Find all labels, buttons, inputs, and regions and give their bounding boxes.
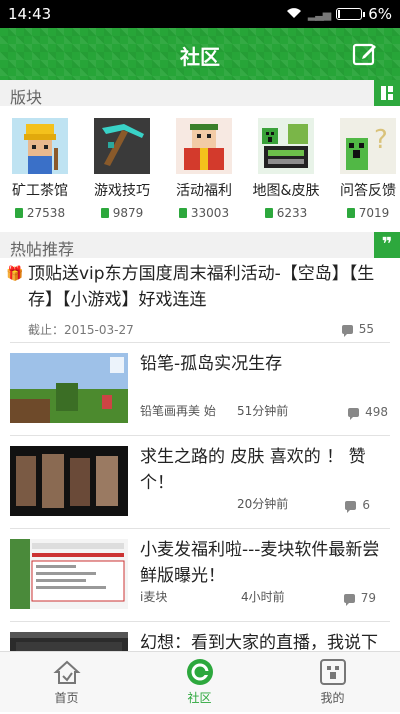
post-author: 铅笔画再美 始 bbox=[140, 404, 216, 418]
comment-icon bbox=[343, 593, 355, 606]
post-time: 4小时前 bbox=[241, 590, 285, 604]
tab-label: 社区 bbox=[187, 691, 212, 705]
board-name: 问答反馈 bbox=[340, 183, 396, 199]
boards-section-header: 版块 bbox=[0, 80, 400, 107]
post-time: 51分钟前 bbox=[237, 404, 289, 418]
status-bar: 14:43 ▂▃▅ 6% bbox=[0, 0, 400, 28]
status-time: 14:43 bbox=[8, 5, 52, 23]
tab-label: 我的 bbox=[320, 691, 345, 705]
document-icon bbox=[346, 208, 355, 218]
comment-icon bbox=[345, 500, 357, 513]
comment-count: 498 bbox=[348, 405, 388, 420]
document-icon bbox=[14, 208, 23, 218]
document-icon bbox=[100, 208, 109, 218]
post-thumbnail bbox=[10, 353, 128, 423]
board-item[interactable]: 地图&皮肤 6233 bbox=[246, 118, 326, 220]
home-icon bbox=[52, 658, 81, 686]
post-author: i麦块 bbox=[140, 590, 168, 604]
map-skin-icon bbox=[258, 118, 314, 174]
tab-home[interactable]: 首页 bbox=[0, 652, 133, 712]
section-label: 版块 bbox=[10, 88, 43, 107]
post-title: 小麦发福利啦---麦块软件最新尝鲜版曝光！ bbox=[140, 540, 380, 586]
post-time: 20分钟前 bbox=[237, 497, 289, 511]
boards-more-icon[interactable] bbox=[374, 80, 400, 106]
board-name: 地图&皮肤 bbox=[252, 183, 320, 199]
post-item[interactable]: 求生之路的 皮肤 喜欢的 ！ 赞个！ 20分钟前 6 bbox=[0, 436, 400, 528]
board-item[interactable]: 活动福利 33003 bbox=[164, 118, 244, 220]
post-item[interactable]: 小麦发福利啦---麦块软件最新尝鲜版曝光！ i麦块 4小时前 79 bbox=[0, 529, 400, 621]
community-icon bbox=[186, 658, 214, 686]
svg-text:?: ? bbox=[374, 125, 388, 155]
comment-count: 79 bbox=[343, 591, 376, 606]
page-title: 社区 bbox=[180, 45, 220, 69]
comment-icon bbox=[348, 407, 360, 420]
comment-icon bbox=[341, 324, 353, 337]
post-deadline: 截止：2015-03-27 bbox=[28, 323, 134, 337]
board-item[interactable]: 游戏技巧 9879 bbox=[82, 118, 162, 220]
tab-mine[interactable]: 我的 bbox=[266, 652, 399, 712]
question-creeper-icon: ? bbox=[340, 118, 396, 174]
pickaxe-icon bbox=[94, 118, 150, 174]
board-count: 33003 bbox=[164, 206, 244, 220]
profile-icon bbox=[319, 658, 347, 686]
board-item[interactable]: ? 问答反馈 7019 bbox=[328, 118, 400, 220]
document-icon bbox=[178, 208, 187, 218]
quote-icon[interactable]: ❞ bbox=[374, 232, 400, 258]
pinned-post[interactable]: 🎁 顶贴送vip东方国度周末福利活动-【空岛】【生存】【小游戏】好戏连连 截止：… bbox=[0, 258, 400, 342]
board-count: 6233 bbox=[246, 206, 326, 220]
boards-list: 矿工茶馆 27538 游戏技巧 9879 活动福利 33003 地图&皮肤 62… bbox=[0, 110, 400, 228]
section-label: 热帖推荐 bbox=[10, 240, 75, 259]
comment-count: 55 bbox=[341, 322, 374, 337]
bottom-tab-bar: 首页 社区 我的 bbox=[0, 651, 400, 712]
signal-icon: ▂▃▅ bbox=[307, 7, 331, 21]
post-thumbnail bbox=[10, 539, 128, 609]
board-name: 矿工茶馆 bbox=[12, 183, 68, 199]
battery-percent: 6% bbox=[368, 5, 392, 23]
document-icon bbox=[264, 208, 273, 218]
tab-community[interactable]: 社区 bbox=[133, 652, 266, 712]
post-thumbnail bbox=[10, 446, 128, 516]
hot-section-header: 热帖推荐 ❞ bbox=[0, 232, 400, 259]
board-name: 活动福利 bbox=[176, 183, 232, 199]
board-item[interactable]: 矿工茶馆 27538 bbox=[0, 118, 80, 220]
battery-icon bbox=[336, 8, 366, 20]
board-count: 9879 bbox=[82, 206, 162, 220]
post-title: 铅笔-孤岛实况生存 bbox=[140, 354, 283, 374]
post-item[interactable]: 铅笔-孤岛实况生存 铅笔画再美 始 51分钟前 498 bbox=[0, 343, 400, 435]
post-title: 求生之路的 皮肤 喜欢的 ！ 赞个！ bbox=[140, 447, 366, 493]
comment-count: 6 bbox=[345, 498, 370, 513]
miner-avatar-icon bbox=[12, 118, 68, 174]
board-name: 游戏技巧 bbox=[94, 183, 150, 199]
board-count: 7019 bbox=[328, 206, 400, 220]
gift-character-icon bbox=[176, 118, 232, 174]
edit-icon[interactable] bbox=[352, 41, 378, 67]
post-title: 顶贴送vip东方国度周末福利活动-【空岛】【生存】【小游戏】好戏连连 bbox=[28, 264, 375, 310]
app-header: 社区 bbox=[0, 28, 400, 80]
board-count: 27538 bbox=[0, 206, 80, 220]
wifi-icon bbox=[286, 5, 302, 23]
gift-icon: 🎁 bbox=[6, 266, 24, 282]
tab-label: 首页 bbox=[54, 691, 79, 705]
